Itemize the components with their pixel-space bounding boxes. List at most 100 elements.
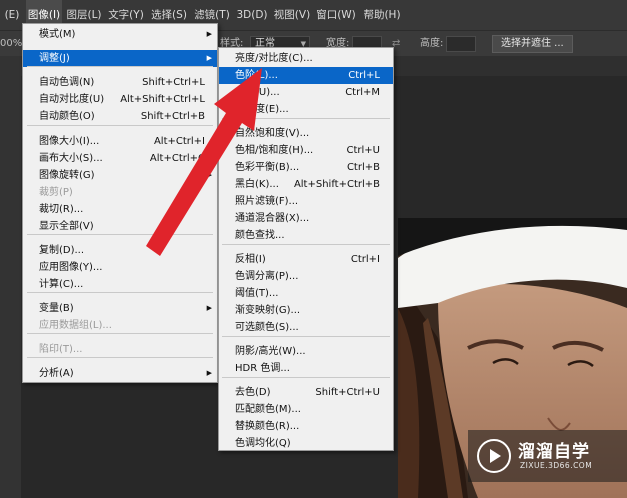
menu-item-label: 图像旋转(G) [39, 170, 95, 181]
image-menu-item[interactable]: 显示全部(V) [23, 218, 217, 235]
image-menu-item[interactable]: 变量(B) ▶ [23, 300, 217, 317]
menubar-item[interactable]: 3D(D) [236, 0, 268, 30]
menu-item-label: 阴影/高光(W)... [235, 346, 306, 357]
menu-separator [222, 336, 390, 337]
image-menu-item[interactable]: 自动颜色(O) Shift+Ctrl+B [23, 108, 217, 125]
menu-item-label: 裁剪(P) [39, 187, 73, 198]
adjustments-menu-item[interactable]: 色彩平衡(B)... Ctrl+B [219, 159, 393, 176]
menu-item-shortcut: Ctrl+L [348, 70, 380, 81]
adjustments-menu-item[interactable]: 可选颜色(S)... [219, 319, 393, 336]
adjustments-menu-item[interactable]: 替换颜色(R)... [219, 418, 393, 435]
menu-separator [27, 234, 213, 235]
menu-item-label: 曝光度(E)... [235, 104, 289, 115]
menu-item-label: 显示全部(V) [39, 221, 94, 232]
menu-item-label: HDR 色调... [235, 363, 290, 374]
adjustments-menu-item[interactable]: 曝光度(E)... [219, 101, 393, 118]
image-menu-item[interactable]: 复制(D)... [23, 242, 217, 259]
menu-item-label: 阈值(T)... [235, 288, 279, 299]
menu-item-label: 应用图像(Y)... [39, 262, 103, 273]
watermark: 溜溜自学 ZIXUE.3D66.COM [468, 430, 627, 482]
submenu-arrow-icon: ▶ [206, 30, 212, 38]
zoom-fragment: 00% [0, 38, 23, 49]
image-menu-item[interactable]: 自动对比度(U) Alt+Shift+Ctrl+L [23, 91, 217, 108]
menu-item-label: 曲线(U)... [235, 87, 280, 98]
menubar-item[interactable]: 窗口(W) [316, 0, 356, 30]
menu-item-label: 色阶(L)... [235, 70, 278, 81]
image-menu-item[interactable]: 分析(A) ▶ [23, 365, 217, 382]
image-menu-item[interactable]: 画布大小(S)... Alt+Ctrl+C [23, 150, 217, 167]
menu-item-label: 自动色调(N) [39, 77, 95, 88]
menu-item-shortcut: Shift+Ctrl+L [142, 77, 205, 88]
menubar-item[interactable]: 帮助(H) [362, 0, 402, 30]
menu-separator [222, 118, 390, 119]
adjustments-menu-item[interactable]: 去色(D) Shift+Ctrl+U [219, 384, 393, 401]
menu-item-label: 去色(D) [235, 387, 271, 398]
select-and-mask-button[interactable]: 选择并遮住 ... [492, 35, 573, 53]
adjustments-menu-item[interactable]: 阈值(T)... [219, 285, 393, 302]
menu-item-label: 色调分离(P)... [235, 271, 299, 282]
menu-item-shortcut: Ctrl+M [345, 87, 380, 98]
adjustments-menu-item[interactable]: 渐变映射(G)... [219, 302, 393, 319]
menu-item-label: 可选颜色(S)... [235, 322, 299, 333]
menu-item-label: 色相/饱和度(H)... [235, 145, 314, 156]
image-menu-item[interactable]: 图像旋转(G) ▶ [23, 167, 217, 184]
image-menu-item[interactable]: 模式(M) ▶ [23, 26, 217, 43]
play-logo-icon [477, 439, 511, 473]
adjustments-menu-item[interactable]: 黑白(K)... Alt+Shift+Ctrl+B [219, 176, 393, 193]
adjustments-menu-item[interactable]: 色调均化(Q) [219, 435, 393, 452]
menu-separator [27, 333, 213, 334]
adjustments-menu-item[interactable]: 色阶(L)... Ctrl+L [219, 67, 393, 84]
adjustments-menu-item[interactable]: 照片滤镜(F)... [219, 193, 393, 210]
adjustments-menu-item[interactable]: HDR 色调... [219, 360, 393, 377]
image-menu: 模式(M) ▶ 调整(J) ▶ 自动色调(N) Shift+Ctrl+L 自动对比度(U) A… [22, 23, 218, 383]
adjustments-menu-item[interactable]: 通道混合器(X)... [219, 210, 393, 227]
menu-item-label: 亮度/对比度(C)... [235, 53, 313, 64]
menu-separator [27, 66, 213, 67]
menu-item-shortcut: Ctrl+I [350, 254, 380, 265]
adjustments-menu-item[interactable]: 曲线(U)... Ctrl+M [219, 84, 393, 101]
height-field[interactable] [446, 36, 476, 52]
menubar-item[interactable]: (E) [0, 0, 24, 30]
adjustments-menu-item[interactable]: 阴影/高光(W)... [219, 343, 393, 360]
image-menu-item[interactable]: 图像大小(I)... Alt+Ctrl+I [23, 133, 217, 150]
watermark-title: 溜溜自学 [518, 442, 590, 462]
menu-item-label: 图像大小(I)... [39, 136, 100, 147]
image-menu-item[interactable]: 应用图像(Y)... [23, 259, 217, 276]
menu-item-label: 色彩平衡(B)... [235, 162, 300, 173]
image-menu-item[interactable]: 调整(J) ▶ [23, 50, 217, 67]
menu-item-label: 计算(C)... [39, 279, 84, 290]
menu-item-label: 模式(M) [39, 29, 76, 40]
menu-item-label: 匹配颜色(M)... [235, 404, 301, 415]
menu-item-label: 复制(D)... [39, 245, 85, 256]
adjustments-menu-item[interactable]: 反相(I) Ctrl+I [219, 251, 393, 268]
adjustments-menu-item[interactable]: 色相/饱和度(H)... Ctrl+U [219, 142, 393, 159]
menu-item-shortcut: Ctrl+B [346, 162, 380, 173]
menu-item-label: 色调均化(Q) [235, 438, 291, 449]
adjustments-menu-item[interactable]: 色调分离(P)... [219, 268, 393, 285]
menu-item-shortcut: Alt+Ctrl+C [149, 153, 205, 164]
adjustments-menu-item[interactable]: 亮度/对比度(C)... [219, 50, 393, 67]
menu-item-shortcut: Ctrl+U [346, 145, 381, 156]
menu-separator [27, 357, 213, 358]
menu-item-label: 裁切(R)... [39, 204, 84, 215]
menu-separator [27, 292, 213, 293]
menubar-item[interactable]: 视图(V) [272, 0, 312, 30]
image-menu-item[interactable]: 裁切(R)... [23, 201, 217, 218]
menu-item-label: 自动对比度(U) [39, 94, 105, 105]
image-menu-item[interactable]: 自动色调(N) Shift+Ctrl+L [23, 74, 217, 91]
image-menu-item[interactable]: 计算(C)... [23, 276, 217, 293]
adjustments-menu-item[interactable]: 匹配颜色(M)... [219, 401, 393, 418]
adjustments-menu-item[interactable]: 颜色查找... [219, 227, 393, 244]
menu-item-shortcut: Alt+Shift+Ctrl+B [293, 179, 380, 190]
image-menu-item[interactable]: 陷印(T)... [23, 341, 217, 358]
submenu-arrow-icon: ▶ [206, 304, 212, 312]
menu-item-shortcut: Shift+Ctrl+B [140, 111, 205, 122]
adjustments-menu-item[interactable]: 自然饱和度(V)... [219, 125, 393, 142]
menu-separator [27, 125, 213, 126]
menu-item-label: 通道混合器(X)... [235, 213, 310, 224]
submenu-arrow-icon: ▶ [206, 369, 212, 377]
image-menu-item[interactable]: 应用数据组(L)... [23, 317, 217, 334]
image-menu-item[interactable]: 裁剪(P) [23, 184, 217, 201]
menu-item-shortcut: Shift+Ctrl+U [315, 387, 380, 398]
menu-item-label: 分析(A) [39, 368, 74, 379]
